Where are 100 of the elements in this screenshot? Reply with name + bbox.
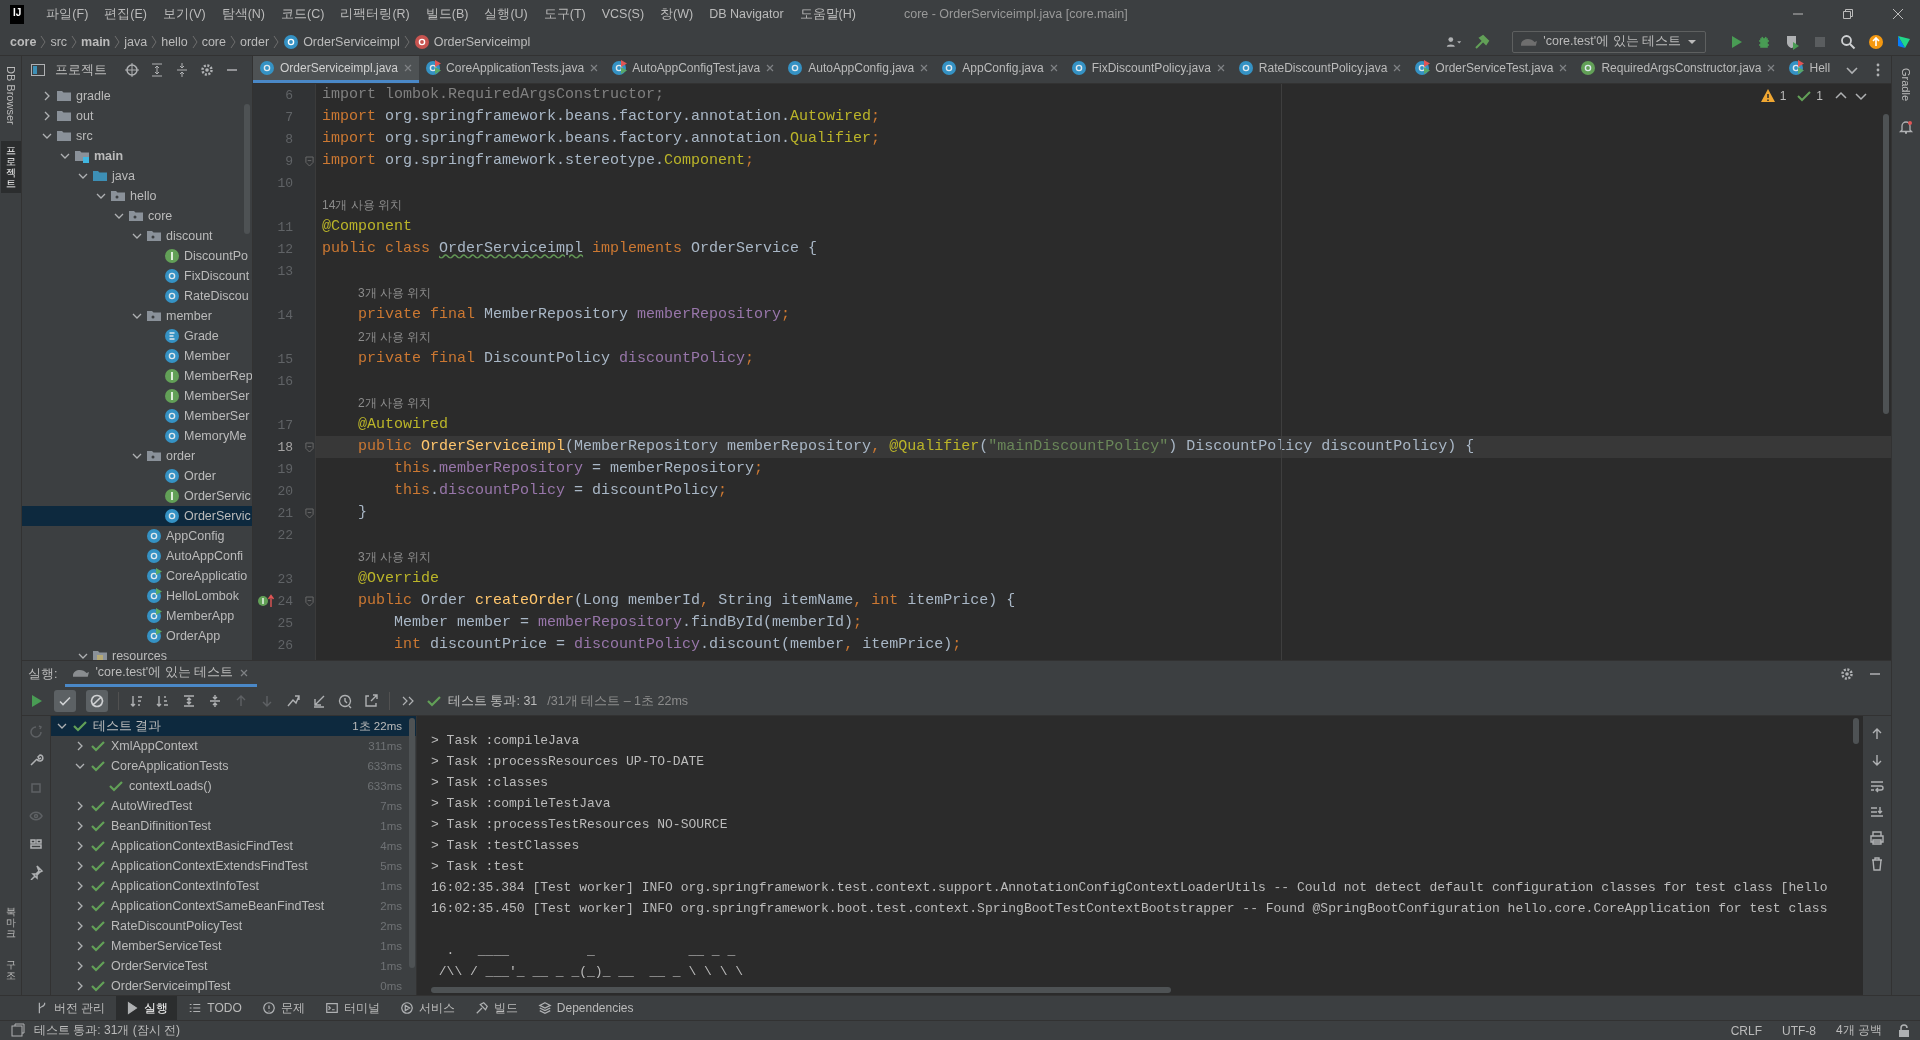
breadcrumb-link[interactable]: java bbox=[124, 34, 148, 49]
menu-item[interactable]: 도움말(H) bbox=[791, 5, 864, 23]
test-item[interactable]: 테스트 결과 1초 22ms bbox=[51, 716, 416, 736]
tree-item[interactable]: OrderApp bbox=[22, 626, 252, 646]
bell-icon[interactable] bbox=[1898, 119, 1914, 136]
tree-item[interactable]: DiscountPo bbox=[22, 246, 252, 266]
expand-all-icon[interactable] bbox=[149, 62, 165, 78]
editor-tab[interactable]: CoreApplicationTests.java bbox=[419, 56, 606, 83]
usage-hint[interactable]: 3개 사용 위치 bbox=[322, 548, 432, 566]
tree-item[interactable]: Member bbox=[22, 346, 252, 366]
settings-icon[interactable] bbox=[199, 62, 215, 78]
sort-duration-icon[interactable] bbox=[155, 693, 171, 709]
tree-item[interactable]: HelloLombok bbox=[22, 586, 252, 606]
close-icon[interactable] bbox=[239, 667, 250, 678]
close-icon[interactable] bbox=[919, 63, 930, 73]
tree-item[interactable]: Grade bbox=[22, 326, 252, 346]
close-icon[interactable] bbox=[765, 63, 776, 73]
hammer-icon[interactable] bbox=[1474, 33, 1491, 50]
close-icon[interactable] bbox=[1048, 63, 1059, 73]
show-ignored-icon[interactable] bbox=[86, 690, 108, 712]
tree-item[interactable]: MemberSer bbox=[22, 386, 252, 406]
breadcrumb-link[interactable]: core bbox=[10, 34, 37, 49]
menu-item[interactable]: 보기(V) bbox=[155, 5, 214, 23]
menu-item[interactable]: 창(W) bbox=[652, 5, 702, 23]
tree-item[interactable]: Order bbox=[22, 466, 252, 486]
editor-tab[interactable]: AutoAppConfig.java bbox=[781, 56, 936, 83]
breadcrumb-link[interactable]: hello bbox=[161, 34, 188, 49]
restore-icon[interactable] bbox=[1842, 8, 1854, 20]
tree-item[interactable]: java bbox=[22, 166, 252, 186]
close-icon[interactable] bbox=[589, 63, 600, 73]
chevron-icon[interactable] bbox=[42, 91, 52, 101]
status-item[interactable]: CRLF bbox=[1724, 1023, 1768, 1038]
breadcrumb-link[interactable]: order bbox=[239, 34, 270, 49]
chevron-icon[interactable] bbox=[132, 231, 142, 241]
editor-tab[interactable]: AutoAppConfigTest.java bbox=[605, 56, 782, 83]
sort-alpha-icon[interactable] bbox=[129, 693, 145, 709]
tree-item[interactable]: MemoryMe bbox=[22, 426, 252, 446]
tool-window-tab[interactable]: 버전 관리 bbox=[26, 996, 115, 1020]
trash-icon[interactable] bbox=[1869, 856, 1885, 872]
tree-item[interactable]: out bbox=[22, 106, 252, 126]
layout-toggle-icon[interactable] bbox=[10, 1022, 26, 1039]
lock-icon[interactable] bbox=[1896, 1022, 1912, 1039]
chevron-icon[interactable] bbox=[75, 941, 85, 951]
editor-tab[interactable]: AppConfig.java bbox=[935, 56, 1065, 83]
soft-wrap-icon[interactable] bbox=[1869, 778, 1885, 794]
tree-item[interactable]: hello bbox=[22, 186, 252, 206]
chevron-icon[interactable] bbox=[57, 721, 67, 731]
collapse-all-icon[interactable] bbox=[207, 693, 223, 709]
menu-item[interactable]: DB Navigator bbox=[701, 7, 792, 21]
close-icon[interactable] bbox=[1766, 63, 1777, 73]
chevron-icon[interactable] bbox=[75, 821, 85, 831]
warning-icon[interactable] bbox=[1759, 88, 1776, 104]
export-down-icon[interactable] bbox=[311, 693, 327, 709]
chevron-icon[interactable] bbox=[75, 981, 85, 991]
chevron-icon[interactable] bbox=[75, 881, 85, 891]
toolbox-logo-icon[interactable] bbox=[1896, 33, 1912, 50]
scrollbar[interactable] bbox=[1883, 114, 1889, 414]
tool-window-tab[interactable]: 실행 bbox=[116, 996, 178, 1020]
tree-item[interactable]: AppConfig bbox=[22, 526, 252, 546]
tool-window-tab[interactable]: 빌드 bbox=[465, 996, 527, 1020]
menu-item[interactable]: 리팩터링(R) bbox=[332, 5, 418, 23]
usage-hint[interactable]: 14개 사용 위치 bbox=[322, 196, 402, 214]
side-tab[interactable]: DB Browser bbox=[2, 62, 19, 129]
chevron-icon[interactable] bbox=[78, 171, 88, 181]
chevron-icon[interactable] bbox=[75, 801, 85, 811]
menu-item[interactable]: 도구(T) bbox=[535, 5, 594, 23]
chevron-icon[interactable] bbox=[75, 741, 85, 751]
tree-item[interactable]: CoreApplicatio bbox=[22, 566, 252, 586]
breadcrumb-link[interactable]: core bbox=[201, 34, 226, 49]
tree-item[interactable]: resources bbox=[22, 646, 252, 660]
breadcrumb-link[interactable]: src bbox=[50, 34, 68, 49]
tool-window-tab[interactable]: TODO bbox=[179, 996, 251, 1020]
status-item[interactable]: 4개 공백 bbox=[1830, 1022, 1888, 1039]
tree-item[interactable]: OrderServic bbox=[22, 486, 252, 506]
coverage-icon[interactable] bbox=[1784, 33, 1800, 50]
scrollbar[interactable] bbox=[1853, 718, 1859, 744]
update-icon[interactable] bbox=[1868, 33, 1884, 50]
breadcrumb-link[interactable]: OrderServiceimpl bbox=[303, 34, 400, 49]
chevron-icon[interactable] bbox=[75, 961, 85, 971]
search-icon[interactable] bbox=[1840, 33, 1856, 50]
check-icon[interactable] bbox=[1796, 88, 1813, 104]
tool-window-tab[interactable]: 터미널 bbox=[315, 996, 389, 1020]
chevron-icon[interactable] bbox=[96, 191, 106, 201]
chevron-icon[interactable] bbox=[132, 451, 142, 461]
tree-item[interactable]: src bbox=[22, 126, 252, 146]
tool-window-tab[interactable]: 서비스 bbox=[390, 996, 464, 1020]
close-icon[interactable] bbox=[1215, 63, 1226, 73]
editor-tab[interactable]: Hell bbox=[1782, 56, 1837, 83]
tree-item[interactable]: MemberApp bbox=[22, 606, 252, 626]
usage-hint[interactable]: 3개 사용 위치 bbox=[322, 284, 432, 302]
chevron-icon[interactable] bbox=[132, 311, 142, 321]
tree-item[interactable]: MemberRep bbox=[22, 366, 252, 386]
tree-item[interactable]: discount bbox=[22, 226, 252, 246]
scroll-to-end-icon[interactable] bbox=[1869, 804, 1885, 820]
run-configuration-dropdown[interactable]: 'core.test'에 있는 테스트 bbox=[1512, 30, 1706, 53]
menu-item[interactable]: 빌드(B) bbox=[417, 5, 477, 23]
chevron-icon[interactable] bbox=[42, 131, 52, 141]
tree-item[interactable]: gradle bbox=[22, 86, 252, 106]
menu-item[interactable]: VCS(S) bbox=[593, 7, 653, 21]
editor-tab[interactable]: FixDiscountPolicy.java bbox=[1064, 56, 1232, 83]
